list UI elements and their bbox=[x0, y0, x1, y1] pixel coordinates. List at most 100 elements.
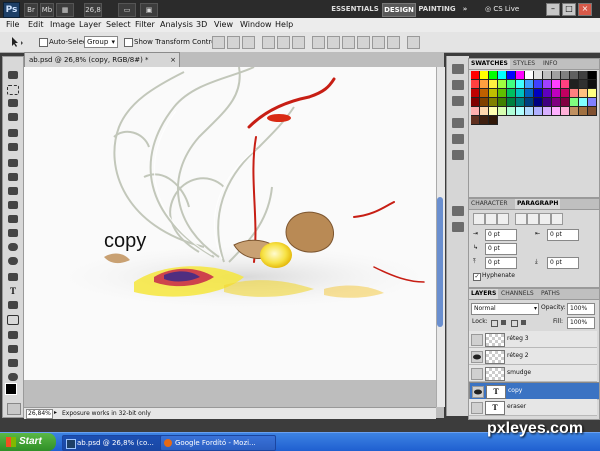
color-swatch[interactable] bbox=[588, 98, 597, 107]
more-workspaces-button[interactable]: » bbox=[458, 3, 472, 15]
menu-view[interactable]: View bbox=[214, 19, 233, 31]
minibridge-button[interactable]: Mb bbox=[40, 3, 54, 17]
eye-icon[interactable] bbox=[472, 386, 484, 398]
menu-analysis[interactable]: Analysis bbox=[160, 19, 193, 31]
color-swatch[interactable] bbox=[471, 89, 480, 98]
tab-close-icon[interactable]: × bbox=[170, 53, 176, 67]
menu-filter[interactable]: Filter bbox=[135, 19, 155, 31]
close-button[interactable]: × bbox=[578, 3, 592, 16]
lock-transparent-icon[interactable] bbox=[491, 320, 498, 327]
show-transform-checkbox[interactable] bbox=[124, 38, 133, 47]
color-swatch[interactable] bbox=[471, 107, 480, 116]
color-swatch[interactable] bbox=[516, 98, 525, 107]
color-swatch[interactable] bbox=[507, 89, 516, 98]
shape-tool-icon[interactable] bbox=[6, 313, 20, 325]
color-swatch[interactable] bbox=[579, 107, 588, 116]
color-swatch[interactable] bbox=[489, 98, 498, 107]
color-swatch[interactable] bbox=[588, 107, 597, 116]
zoom-tool-icon[interactable] bbox=[6, 371, 20, 383]
history-panel-icon[interactable] bbox=[452, 118, 464, 128]
align-vcenter-icon[interactable] bbox=[227, 36, 240, 49]
color-swatch[interactable] bbox=[489, 71, 498, 80]
menu-file[interactable]: File bbox=[6, 19, 19, 31]
status-arrow-icon[interactable]: ▸ bbox=[54, 409, 57, 416]
color-swatch[interactable] bbox=[561, 80, 570, 89]
pen-tool-icon[interactable] bbox=[6, 271, 20, 283]
3d-orbit-tool-icon[interactable] bbox=[6, 343, 20, 355]
visibility-toggle-icon[interactable] bbox=[471, 368, 483, 380]
character-styles-icon[interactable] bbox=[452, 206, 464, 216]
color-swatch[interactable] bbox=[561, 107, 570, 116]
layer-row[interactable]: réteg 2 bbox=[469, 348, 597, 365]
workspace-essentials[interactable]: ESSENTIALS bbox=[330, 3, 380, 15]
clone-stamp-tool-icon[interactable] bbox=[6, 185, 20, 197]
color-swatch[interactable] bbox=[588, 89, 597, 98]
distribute-hcenter-icon[interactable] bbox=[372, 36, 385, 49]
justify-last-left-icon[interactable] bbox=[515, 213, 527, 225]
color-swatch[interactable] bbox=[552, 71, 561, 80]
distribute-right-icon[interactable] bbox=[387, 36, 400, 49]
menu-3d[interactable]: 3D bbox=[196, 19, 207, 31]
masks-panel-icon[interactable] bbox=[452, 96, 464, 106]
blur-tool-icon[interactable] bbox=[6, 241, 20, 253]
color-swatch[interactable] bbox=[570, 89, 579, 98]
taskbar-item-firefox[interactable]: Google Fordító - Mozi... bbox=[160, 435, 276, 451]
tab-layers[interactable]: LAYERS bbox=[469, 289, 499, 299]
move-tool-preset-icon[interactable] bbox=[8, 36, 26, 48]
path-selection-tool-icon[interactable] bbox=[6, 299, 20, 311]
eye-icon[interactable] bbox=[471, 351, 483, 363]
zoom-level-select[interactable]: 26,8 bbox=[84, 3, 102, 17]
align-left-icon[interactable] bbox=[262, 36, 275, 49]
color-swatch[interactable] bbox=[498, 71, 507, 80]
align-center-text-icon[interactable] bbox=[485, 213, 497, 225]
justify-last-right-icon[interactable] bbox=[539, 213, 551, 225]
taskbar-item-photoshop[interactable]: ab.psd @ 26,8% (co... bbox=[62, 435, 170, 451]
color-swatch[interactable] bbox=[480, 98, 489, 107]
color-swatch[interactable] bbox=[552, 98, 561, 107]
color-swatch[interactable] bbox=[489, 89, 498, 98]
distribute-left-icon[interactable] bbox=[357, 36, 370, 49]
align-right-icon[interactable] bbox=[292, 36, 305, 49]
type-tool-icon[interactable]: T bbox=[6, 285, 20, 297]
adjustments-panel-icon[interactable] bbox=[452, 80, 464, 90]
color-swatch[interactable] bbox=[507, 71, 516, 80]
menu-help[interactable]: Help bbox=[275, 19, 293, 31]
color-swatch[interactable] bbox=[489, 116, 498, 125]
brush-tool-icon[interactable] bbox=[6, 171, 20, 183]
indent-left-field[interactable]: 0 pt bbox=[485, 229, 517, 241]
cs-live-button[interactable]: ◎ CS Live bbox=[485, 3, 539, 15]
menu-image[interactable]: Image bbox=[50, 19, 75, 31]
lock-position-icon[interactable] bbox=[511, 320, 518, 327]
color-panel-icon[interactable] bbox=[452, 64, 464, 74]
tab-styles[interactable]: STYLES bbox=[511, 59, 537, 69]
color-swatch[interactable] bbox=[561, 98, 570, 107]
eraser-tool-icon[interactable] bbox=[6, 213, 20, 225]
auto-select-checkbox[interactable] bbox=[39, 38, 48, 47]
color-swatch[interactable] bbox=[543, 89, 552, 98]
marquee-tool-icon[interactable] bbox=[6, 83, 20, 95]
color-swatch[interactable] bbox=[579, 98, 588, 107]
menu-layer[interactable]: Layer bbox=[79, 19, 101, 31]
color-swatch[interactable] bbox=[570, 71, 579, 80]
color-swatch[interactable] bbox=[507, 98, 516, 107]
tab-paths[interactable]: PATHS bbox=[539, 289, 562, 299]
maximize-button[interactable]: □ bbox=[562, 3, 576, 16]
history-brush-tool-icon[interactable] bbox=[6, 199, 20, 211]
dodge-tool-icon[interactable] bbox=[6, 255, 20, 267]
auto-select-dropdown[interactable]: Group ▾ bbox=[84, 36, 118, 48]
align-right-text-icon[interactable] bbox=[497, 213, 509, 225]
align-left-text-icon[interactable] bbox=[473, 213, 485, 225]
hyphenate-checkbox[interactable]: ✓ bbox=[473, 273, 481, 281]
lock-all-icon[interactable] bbox=[521, 320, 526, 325]
arrange-documents-button[interactable]: ▭ bbox=[118, 3, 136, 17]
color-swatch[interactable] bbox=[534, 71, 543, 80]
start-button[interactable]: Start bbox=[0, 433, 56, 451]
color-swatch[interactable] bbox=[471, 98, 480, 107]
color-swatch[interactable] bbox=[588, 71, 597, 80]
color-swatch[interactable] bbox=[480, 116, 489, 125]
healing-brush-tool-icon[interactable] bbox=[6, 157, 20, 169]
bridge-button[interactable]: Br bbox=[24, 3, 38, 17]
workspace-painting[interactable]: PAINTING bbox=[418, 3, 456, 15]
color-swatch[interactable] bbox=[489, 107, 498, 116]
color-swatch[interactable] bbox=[588, 80, 597, 89]
